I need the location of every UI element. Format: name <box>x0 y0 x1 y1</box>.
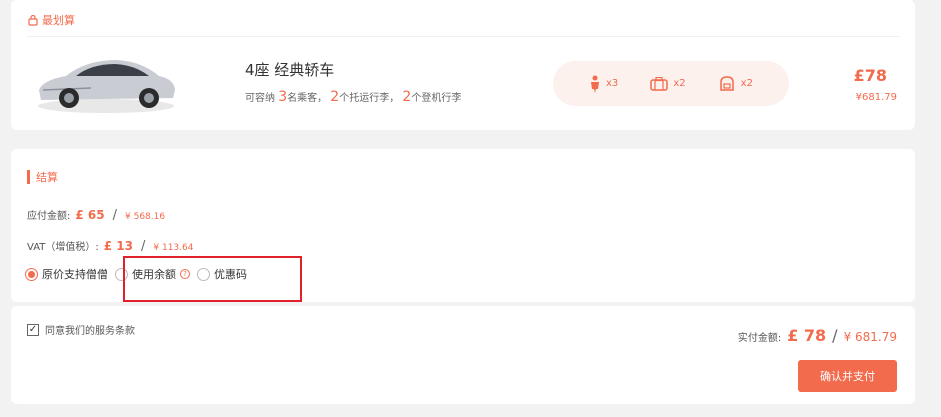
paid-amount-cny: ¥ 681.79 <box>843 330 897 344</box>
confirm-pay-button[interactable]: 确认并支付 <box>798 360 897 392</box>
feature-backpack: x2 <box>718 75 753 92</box>
checked-bag-unit: 个托运行李， <box>339 93 400 104</box>
car-title: 4座 经典轿车 <box>245 61 335 79</box>
carry-bag-count: 2 <box>402 89 412 105</box>
amount-due-line: 应付金额: £ 65 / ¥ 568.16 <box>27 207 165 223</box>
agree-terms-label: 同意我们的服务条款 <box>45 326 135 337</box>
lock-icon <box>28 14 38 26</box>
feature-pill: x3 x2 x2 <box>553 61 789 106</box>
option-original-price[interactable]: 原价支持僧僧 <box>25 266 108 282</box>
checked-bag-count: 2 <box>330 89 340 105</box>
agree-checkbox[interactable]: ✓ <box>27 323 39 336</box>
original-price-radio[interactable] <box>25 267 38 281</box>
vat-label: VAT（增值税）: <box>27 242 99 253</box>
separator: / <box>112 208 117 223</box>
carry-bag-unit: 个登机行李 <box>411 93 462 104</box>
feature-suitcase: x2 <box>650 76 686 91</box>
best-deal-tag: 最划算 <box>27 12 75 28</box>
best-deal-label: 最划算 <box>42 14 75 27</box>
suitcase-icon <box>650 76 669 91</box>
passenger-count: 3 <box>278 89 288 105</box>
original-price-label: 原价支持僧僧 <box>42 268 108 281</box>
car-price-gbp: £78 <box>853 66 887 85</box>
car-image <box>38 60 175 113</box>
backpack-icon <box>719 75 734 91</box>
paid-amount-gbp: £ 78 <box>787 326 827 345</box>
feature-passengers: x3 <box>589 75 618 93</box>
car-price-cny: ¥681.79 <box>855 92 897 103</box>
separator: / <box>832 326 838 345</box>
paid-amount-line: 实付金额: £ 78 / ¥ 681.79 <box>738 326 897 345</box>
agree-terms[interactable]: ✓ 同意我们的服务条款 <box>27 322 135 337</box>
separator: / <box>140 239 146 254</box>
passenger-feature-count: x3 <box>606 78 619 89</box>
title-accent-bar <box>27 170 30 184</box>
passenger-unit: 名乘客， <box>287 93 328 104</box>
settlement-title-text: 结算 <box>36 171 58 184</box>
best-deal-card: 最划算 4座 经典轿车 可容纳 3名乘客， 2个托运行李， 2个登机行李 x3 <box>11 0 915 130</box>
capacity-prefix: 可容纳 <box>245 93 275 104</box>
highlight-box <box>123 256 302 302</box>
amount-due-label: 应付金额: <box>27 211 71 222</box>
vat-cny: ¥ 113.64 <box>153 243 194 253</box>
backpack-feature-count: x2 <box>740 78 753 89</box>
vat-gbp: £ 13 <box>103 239 133 253</box>
passenger-icon <box>591 75 600 93</box>
checkout-card: ✓ 同意我们的服务条款 实付金额: £ 78 / ¥ 681.79 确认并支付 <box>11 306 915 404</box>
divider <box>27 36 899 37</box>
amount-due-cny: ¥ 568.16 <box>125 212 166 222</box>
car-capacity: 可容纳 3名乘客， 2个托运行李， 2个登机行李 <box>245 89 461 105</box>
suitcase-feature-count: x2 <box>673 78 686 89</box>
paid-amount-label: 实付金额: <box>737 333 782 344</box>
settlement-title: 结算 <box>27 169 58 185</box>
vat-line: VAT（增值税）: £ 13 / ¥ 113.64 <box>27 238 193 254</box>
amount-due-gbp: £ 65 <box>75 208 105 222</box>
